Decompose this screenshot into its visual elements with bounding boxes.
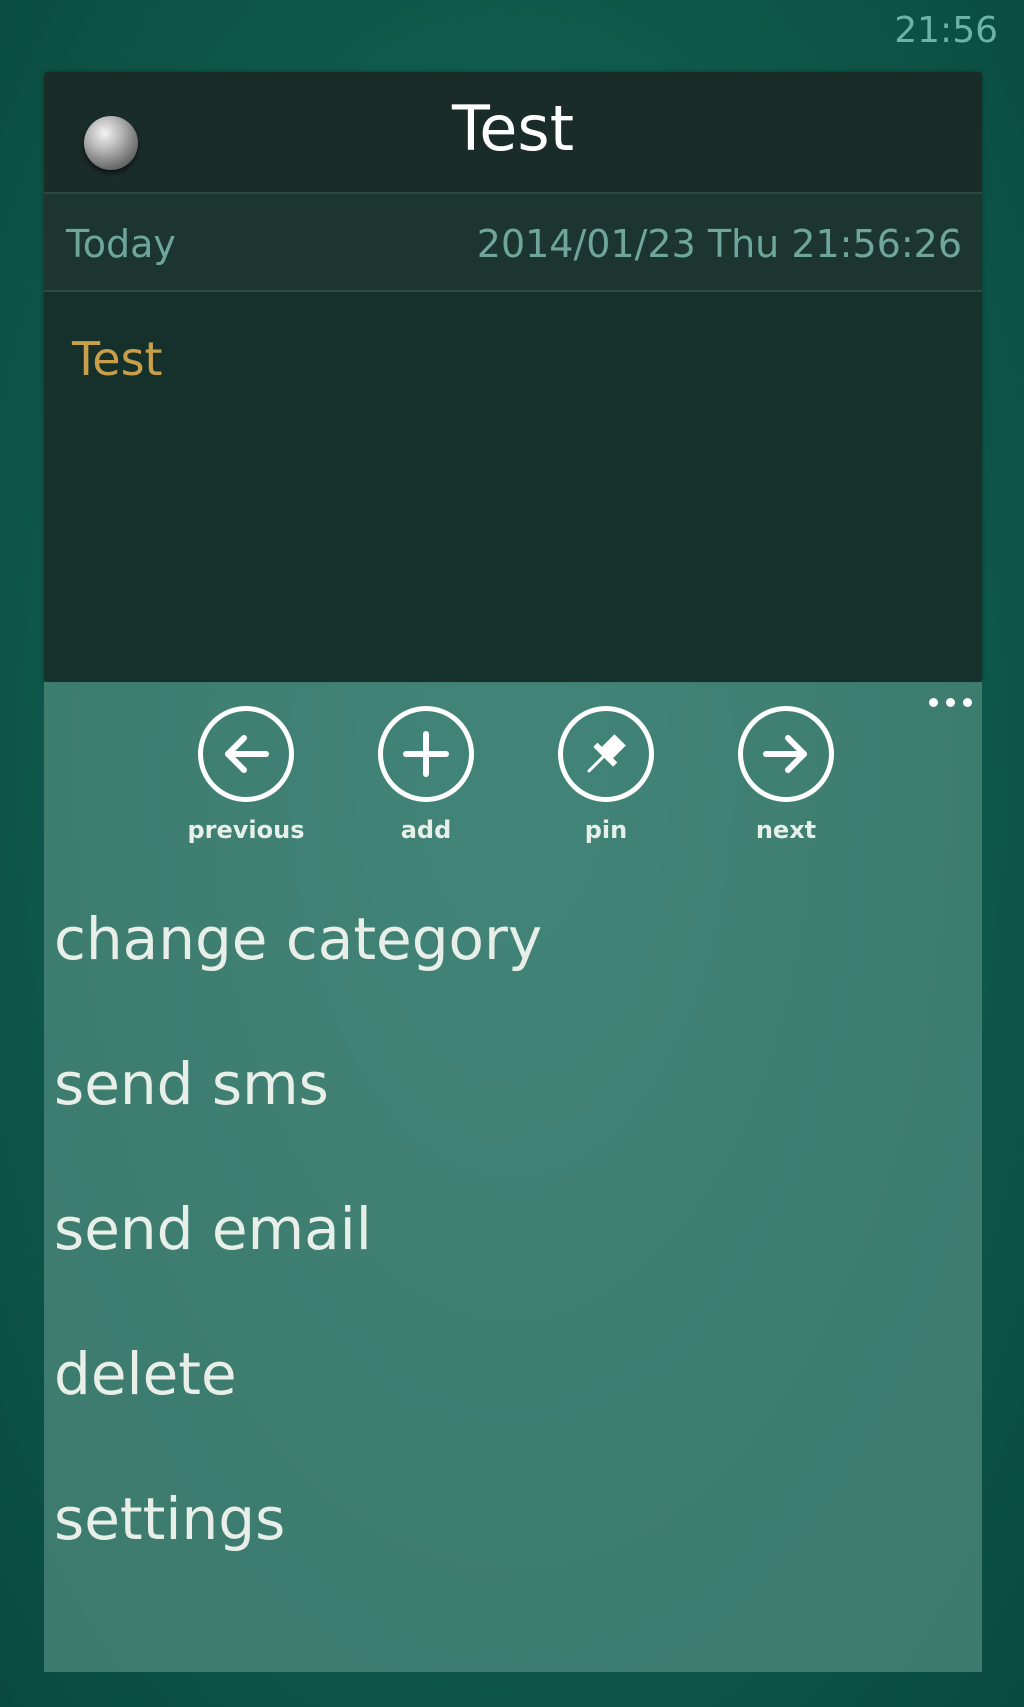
- menu-item-send-sms[interactable]: send sms: [54, 1055, 954, 1200]
- plus-icon: [378, 706, 474, 802]
- next-button[interactable]: next: [726, 706, 846, 844]
- date-value: 2014/01/23 Thu 21:56:26: [476, 222, 962, 266]
- menu-item-change-category[interactable]: change category: [54, 910, 954, 1055]
- arrow-right-icon: [738, 706, 834, 802]
- menu-item-send-email[interactable]: send email: [54, 1200, 954, 1345]
- app-bar: previous add pin next change category se…: [44, 682, 982, 1672]
- note-title: Test: [451, 92, 575, 165]
- note-header: Test: [44, 72, 982, 194]
- menu-item-settings[interactable]: settings: [54, 1490, 954, 1635]
- note-body[interactable]: Test: [44, 292, 982, 682]
- note-text: Test: [72, 332, 163, 386]
- note-date-row: Today 2014/01/23 Thu 21:56:26: [44, 194, 982, 292]
- status-bar-time: 21:56: [894, 10, 998, 51]
- date-label: Today: [66, 222, 176, 266]
- note-card: Test Today 2014/01/23 Thu 21:56:26 Test: [44, 72, 982, 682]
- add-button[interactable]: add: [366, 706, 486, 844]
- previous-label: previous: [187, 816, 305, 844]
- pin-icon: [558, 706, 654, 802]
- app-bar-menu: change category send sms send email dele…: [54, 910, 954, 1635]
- app-bar-icon-row: previous add pin next: [44, 706, 982, 876]
- pin-label: pin: [584, 816, 628, 844]
- add-label: add: [400, 816, 452, 844]
- next-label: next: [755, 816, 817, 844]
- arrow-left-icon: [198, 706, 294, 802]
- menu-item-delete[interactable]: delete: [54, 1345, 954, 1490]
- pin-button[interactable]: pin: [546, 706, 666, 844]
- previous-button[interactable]: previous: [186, 706, 306, 844]
